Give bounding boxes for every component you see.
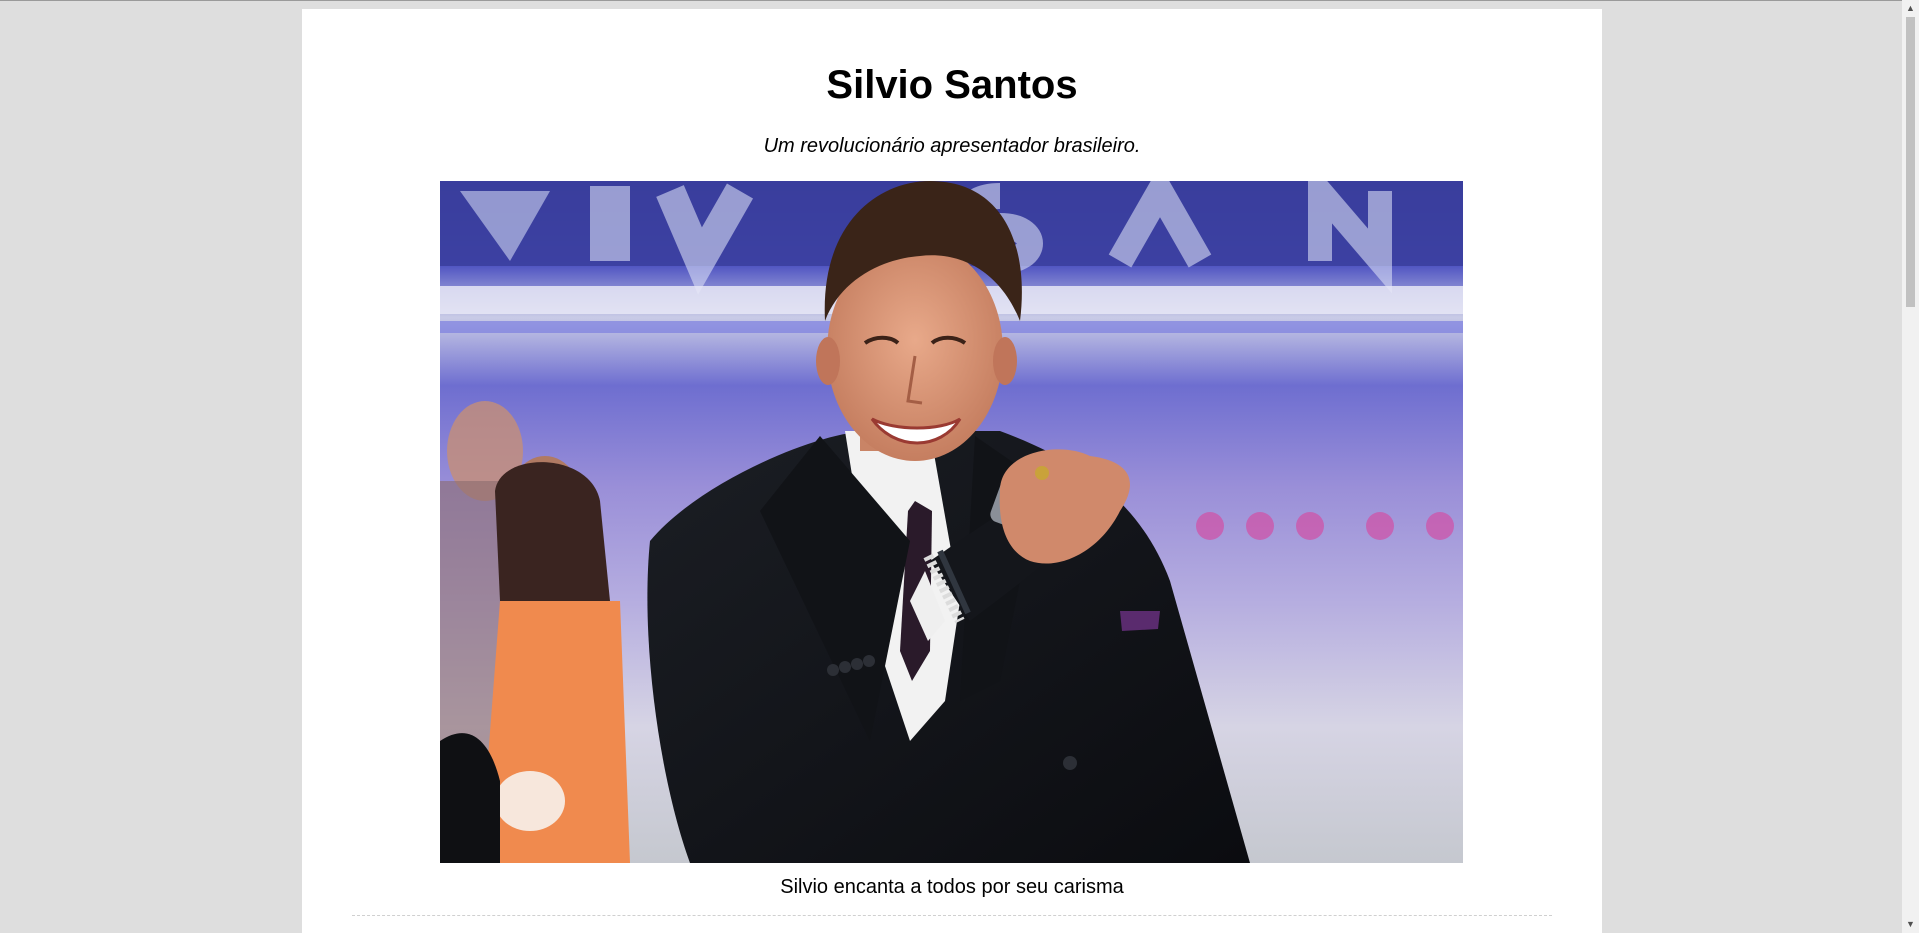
tribute-image (440, 181, 1463, 863)
tribute-page: Silvio Santos Um revolucionário apresent… (302, 9, 1602, 933)
page-subtitle: Um revolucionário apresentador brasileir… (763, 135, 1141, 157)
page-title: Silvio Santos (826, 63, 1078, 107)
image-caption: Silvio encanta a todos por seu carisma (780, 876, 1124, 898)
section-divider (352, 915, 1552, 916)
vertical-scrollbar[interactable]: ▲ ▼ (1902, 0, 1919, 933)
scroll-down-icon[interactable]: ▼ (1902, 916, 1919, 933)
scroll-up-icon[interactable]: ▲ (1902, 0, 1919, 17)
window-top-border (0, 0, 1919, 1)
scrollbar-thumb[interactable] (1906, 17, 1915, 307)
